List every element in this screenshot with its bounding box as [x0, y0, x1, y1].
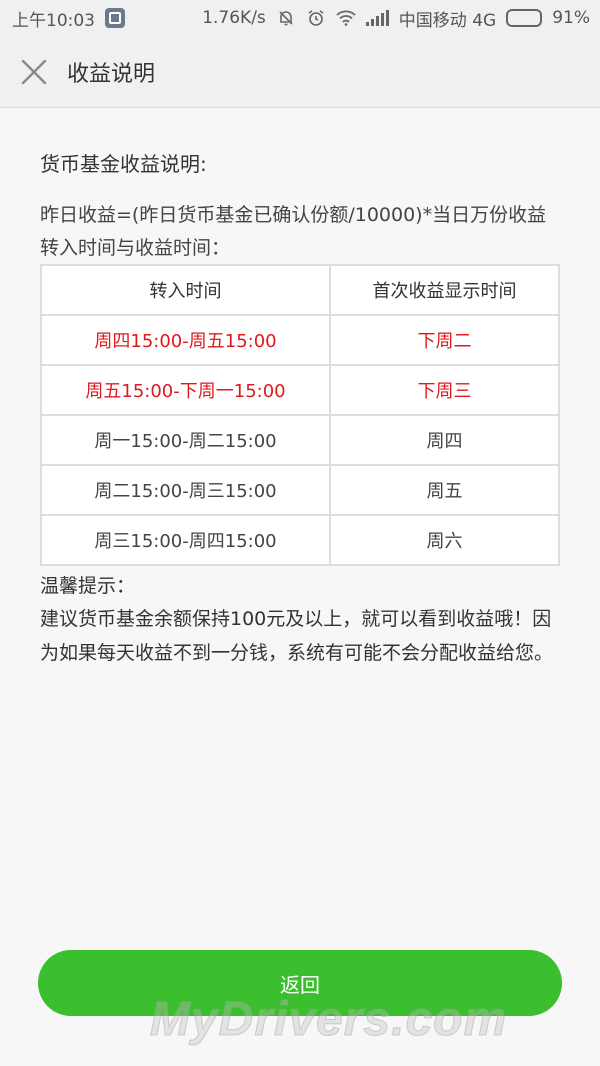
column-header-first-income-time: 首次收益显示时间 [329, 264, 560, 316]
back-button[interactable]: 返回 [38, 950, 562, 1016]
title-bar: 收益说明 [0, 36, 600, 108]
status-bar-left: 上午10:03 [12, 6, 125, 31]
alarm-clock-icon [306, 8, 326, 28]
battery-icon [506, 9, 543, 27]
first-income-cell: 周四 [329, 414, 560, 466]
table-header-row: 转入时间 首次收益显示时间 [40, 264, 560, 316]
status-bar: 上午10:03 1.76K/s 中国移动 4G 91% [0, 0, 600, 36]
column-header-transfer-time: 转入时间 [40, 264, 331, 316]
status-time: 上午10:03 [12, 10, 95, 31]
status-bar-right: 1.76K/s 中国移动 4G 91% [202, 6, 590, 31]
transfer-time-cell: 周二15:00-周三15:00 [40, 464, 331, 516]
table-row: 周二15:00-周三15:00 周五 [40, 464, 560, 516]
signal-strength-icon [365, 10, 389, 26]
close-icon [21, 59, 47, 84]
app-notification-icon [105, 8, 125, 28]
tip-text: 建议货币基金余额保持100元及以上，就可以看到收益哦！因为如果每天收益不到一分钱… [40, 608, 554, 664]
table-row: 周三15:00-周四15:00 周六 [40, 514, 560, 566]
first-income-cell: 周五 [329, 464, 560, 516]
transfer-time-cell: 周三15:00-周四15:00 [40, 514, 331, 566]
section-title: 货币基金收益说明: [40, 152, 207, 176]
carrier-name: 中国移动 4G [398, 10, 497, 31]
income-schedule-table: 转入时间 首次收益显示时间 周四15:00-周五15:00 下周二 周五15:0… [40, 264, 560, 566]
table-row: 周四15:00-周五15:00 下周二 [40, 314, 560, 366]
tips-title: 温馨提示： [40, 575, 136, 597]
transfer-time-cell: 周一15:00-周二15:00 [40, 414, 331, 466]
first-income-cell: 周六 [329, 514, 560, 566]
times-intro: 转入时间与收益时间： [40, 237, 231, 259]
transfer-time-cell: 周五15:00-下周一15:00 [40, 364, 331, 416]
table-row: 周一15:00-周二15:00 周四 [40, 414, 560, 466]
wifi-icon [336, 8, 356, 28]
transfer-time-cell: 周四15:00-周五15:00 [40, 314, 331, 366]
network-speed: 1.76K/s [202, 8, 266, 28]
yield-formula: 昨日收益=(昨日货币基金已确认份额/10000)*当日万份收益 [40, 204, 547, 226]
page-title: 收益说明 [67, 61, 156, 87]
close-button[interactable] [14, 52, 54, 92]
battery-percent: 91% [552, 8, 590, 28]
mute-bell-icon [276, 8, 296, 28]
first-income-cell: 下周二 [329, 314, 560, 366]
first-income-cell: 下周三 [329, 364, 560, 416]
table-row: 周五15:00-下周一15:00 下周三 [40, 364, 560, 416]
